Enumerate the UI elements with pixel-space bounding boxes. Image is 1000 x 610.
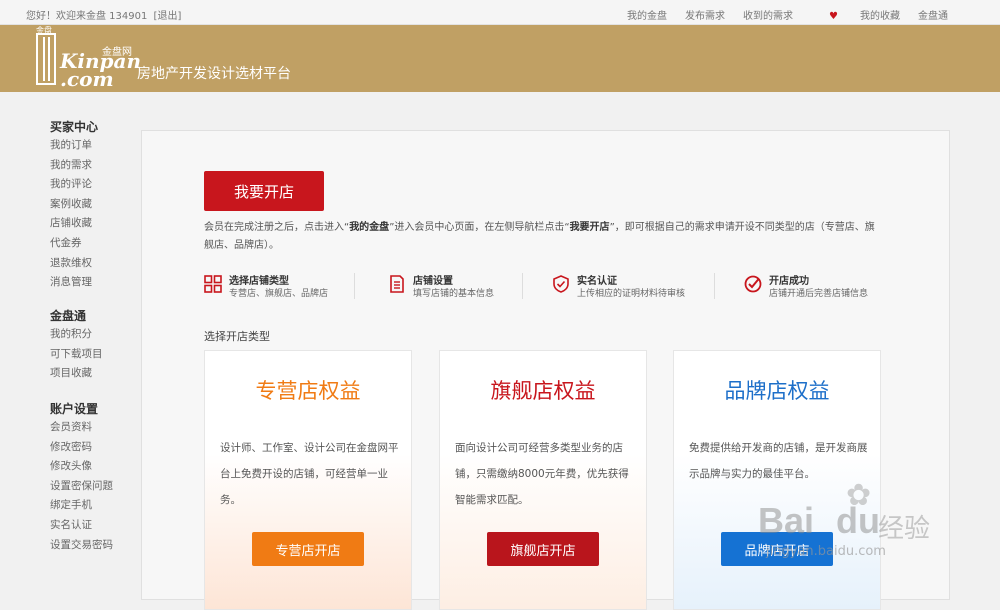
watermark-cn: 经验 (878, 514, 931, 544)
sidebar-item-vouchers[interactable]: 代金券 (50, 234, 98, 254)
document-icon (390, 275, 404, 293)
open-shop-button[interactable]: 我要开店 (204, 171, 324, 211)
desc-text: 会员在完成注册之后，点击进入“ (204, 222, 350, 233)
open-shop-steps: 选择店铺类型 专营店、旗舰店、品牌店 店铺设置 填写店铺的基本信息 实名认证 上… (204, 271, 904, 301)
top-bar: 您好！欢迎来金盘 134901 [退出] 我的金盘 发布需求 收到的需求 ♥ 我的… (0, 0, 1000, 25)
sidebar-item-password[interactable]: 修改密码 (50, 438, 113, 458)
step-subtitle: 店铺开通后完善店铺信息 (769, 289, 869, 299)
step-subtitle: 专营店、旗舰店、品牌店 (229, 289, 329, 299)
check-circle-icon (744, 275, 762, 293)
card-description: 面向设计公司可经营多类型业务的店铺，只需缴纳8000元年费，优先获得智能需求匹配… (455, 442, 629, 506)
step-title: 店铺设置 (413, 276, 453, 287)
specialty-shop-open-button[interactable]: 专营店开店 (252, 532, 364, 566)
card-title: 旗舰店权益 (490, 379, 596, 403)
open-shop-description: 会员在完成注册之后，点击进入“我的金盘”进入会员中心页面，在左侧导航栏点击“我要… (204, 219, 884, 255)
sidebar-item-points[interactable]: 我的积分 (50, 325, 103, 345)
sidebar-item-comments[interactable]: 我的评论 (50, 175, 98, 195)
sidebar-group-buyer: 买家中心 我的订单 我的需求 我的评论 案例收藏 店铺收藏 代金券 退款维权 消… (50, 118, 98, 293)
sidebar-item-trade-password[interactable]: 设置交易密码 (50, 536, 113, 556)
select-shop-type-title: 选择开店类型 (204, 330, 270, 343)
baidu-watermark: Bai du ✿ 经验 jingyan.baidu.com (758, 478, 948, 578)
desc-bold: 我的金盘 (349, 222, 390, 233)
step-title: 开店成功 (769, 276, 809, 287)
sidebar-item-project-favorites[interactable]: 项目收藏 (50, 364, 103, 384)
sidebar-item-messages[interactable]: 消息管理 (50, 273, 98, 293)
logo-word-com: .com (60, 67, 114, 91)
my-favorites-link[interactable]: ♥ 我的收藏 (811, 7, 900, 22)
sidebar-item-profile[interactable]: 会员资料 (50, 418, 113, 438)
sidebar-item-bind-phone[interactable]: 绑定手机 (50, 496, 113, 516)
sidebar-item-verification[interactable]: 实名认证 (50, 516, 113, 536)
sidebar-group-title: 账户设置 (50, 402, 99, 416)
step-subtitle: 填写店铺的基本信息 (413, 289, 495, 299)
heart-icon: ♥ (829, 11, 838, 22)
sidebar-item-downloadable[interactable]: 可下载项目 (50, 345, 103, 365)
logout-link[interactable]: [退出] (154, 11, 182, 22)
step-title: 选择店铺类型 (229, 276, 289, 287)
desc-bold: 我要开店 (569, 222, 610, 233)
tower-logo-icon (36, 33, 56, 85)
card-title: 品牌店权益 (724, 379, 830, 403)
grid-icon (204, 275, 222, 293)
sidebar-item-avatar[interactable]: 修改头像 (50, 457, 113, 477)
top-links: 我的金盘 发布需求 收到的需求 ♥ 我的收藏 金盘通 (609, 7, 948, 22)
card-title: 专营店权益 (255, 379, 361, 403)
desc-text: ”进入会员中心页面，在左侧导航栏点击“ (389, 222, 570, 233)
flagship-shop-open-button[interactable]: 旗舰店开店 (487, 532, 599, 566)
greeting-text: 您好！欢迎来金盘 134901 (26, 11, 148, 22)
received-demand-link[interactable]: 收到的需求 (743, 7, 793, 22)
my-favorites-label: 我的收藏 (860, 11, 900, 22)
site-logo[interactable]: 金盘 金盘网 Kinpan .com (34, 26, 141, 91)
step-title: 实名认证 (577, 276, 617, 287)
sidebar-item-refunds[interactable]: 退款维权 (50, 254, 98, 274)
publish-demand-link[interactable]: 发布需求 (685, 7, 725, 22)
card-specialty-shop: 专营店权益 设计师、工作室、设计公司在金盘网平台上免费开设的店铺，可经营单一业务… (204, 350, 412, 610)
logo-cn-small: 金盘 (36, 26, 52, 35)
sidebar-group-account: 账户设置 会员资料 修改密码 修改头像 设置密保问题 绑定手机 实名认证 设置交… (50, 400, 113, 555)
watermark-url: jingyan.baidu.com (766, 544, 886, 559)
greeting: 您好！欢迎来金盘 134901 [退出] (26, 7, 181, 22)
step-subtitle: 上传相应的证明材料待审核 (577, 289, 686, 299)
sidebar-group-title: 金盘通 (50, 309, 87, 323)
sidebar-item-shop-favorites[interactable]: 店铺收藏 (50, 214, 98, 234)
sidebar-item-orders[interactable]: 我的订单 (50, 136, 98, 156)
sidebar-group-kinpantong: 金盘通 我的积分 可下载项目 项目收藏 (50, 307, 103, 384)
sidebar-group-title: 买家中心 (50, 120, 99, 134)
site-slogan: 房地产开发设计选材平台 (137, 66, 291, 82)
sidebar-item-demands[interactable]: 我的需求 (50, 156, 98, 176)
sidebar-item-case-favorites[interactable]: 案例收藏 (50, 195, 98, 215)
card-description: 设计师、工作室、设计公司在金盘网平台上免费开设的店铺，可经营单一业务。 (220, 442, 399, 506)
shield-check-icon (553, 275, 569, 293)
card-flagship-shop: 旗舰店权益 面向设计公司可经营多类型业务的店铺，只需缴纳8000元年费，优先获得… (439, 350, 647, 610)
sidebar-item-security-question[interactable]: 设置密保问题 (50, 477, 113, 497)
kinpan-tong-link[interactable]: 金盘通 (918, 7, 948, 22)
site-header: 金盘 金盘网 Kinpan .com 房地产开发设计选材平台 (0, 25, 1000, 92)
my-kinpan-link[interactable]: 我的金盘 (627, 7, 667, 22)
paw-icon: ✿ (846, 478, 872, 513)
